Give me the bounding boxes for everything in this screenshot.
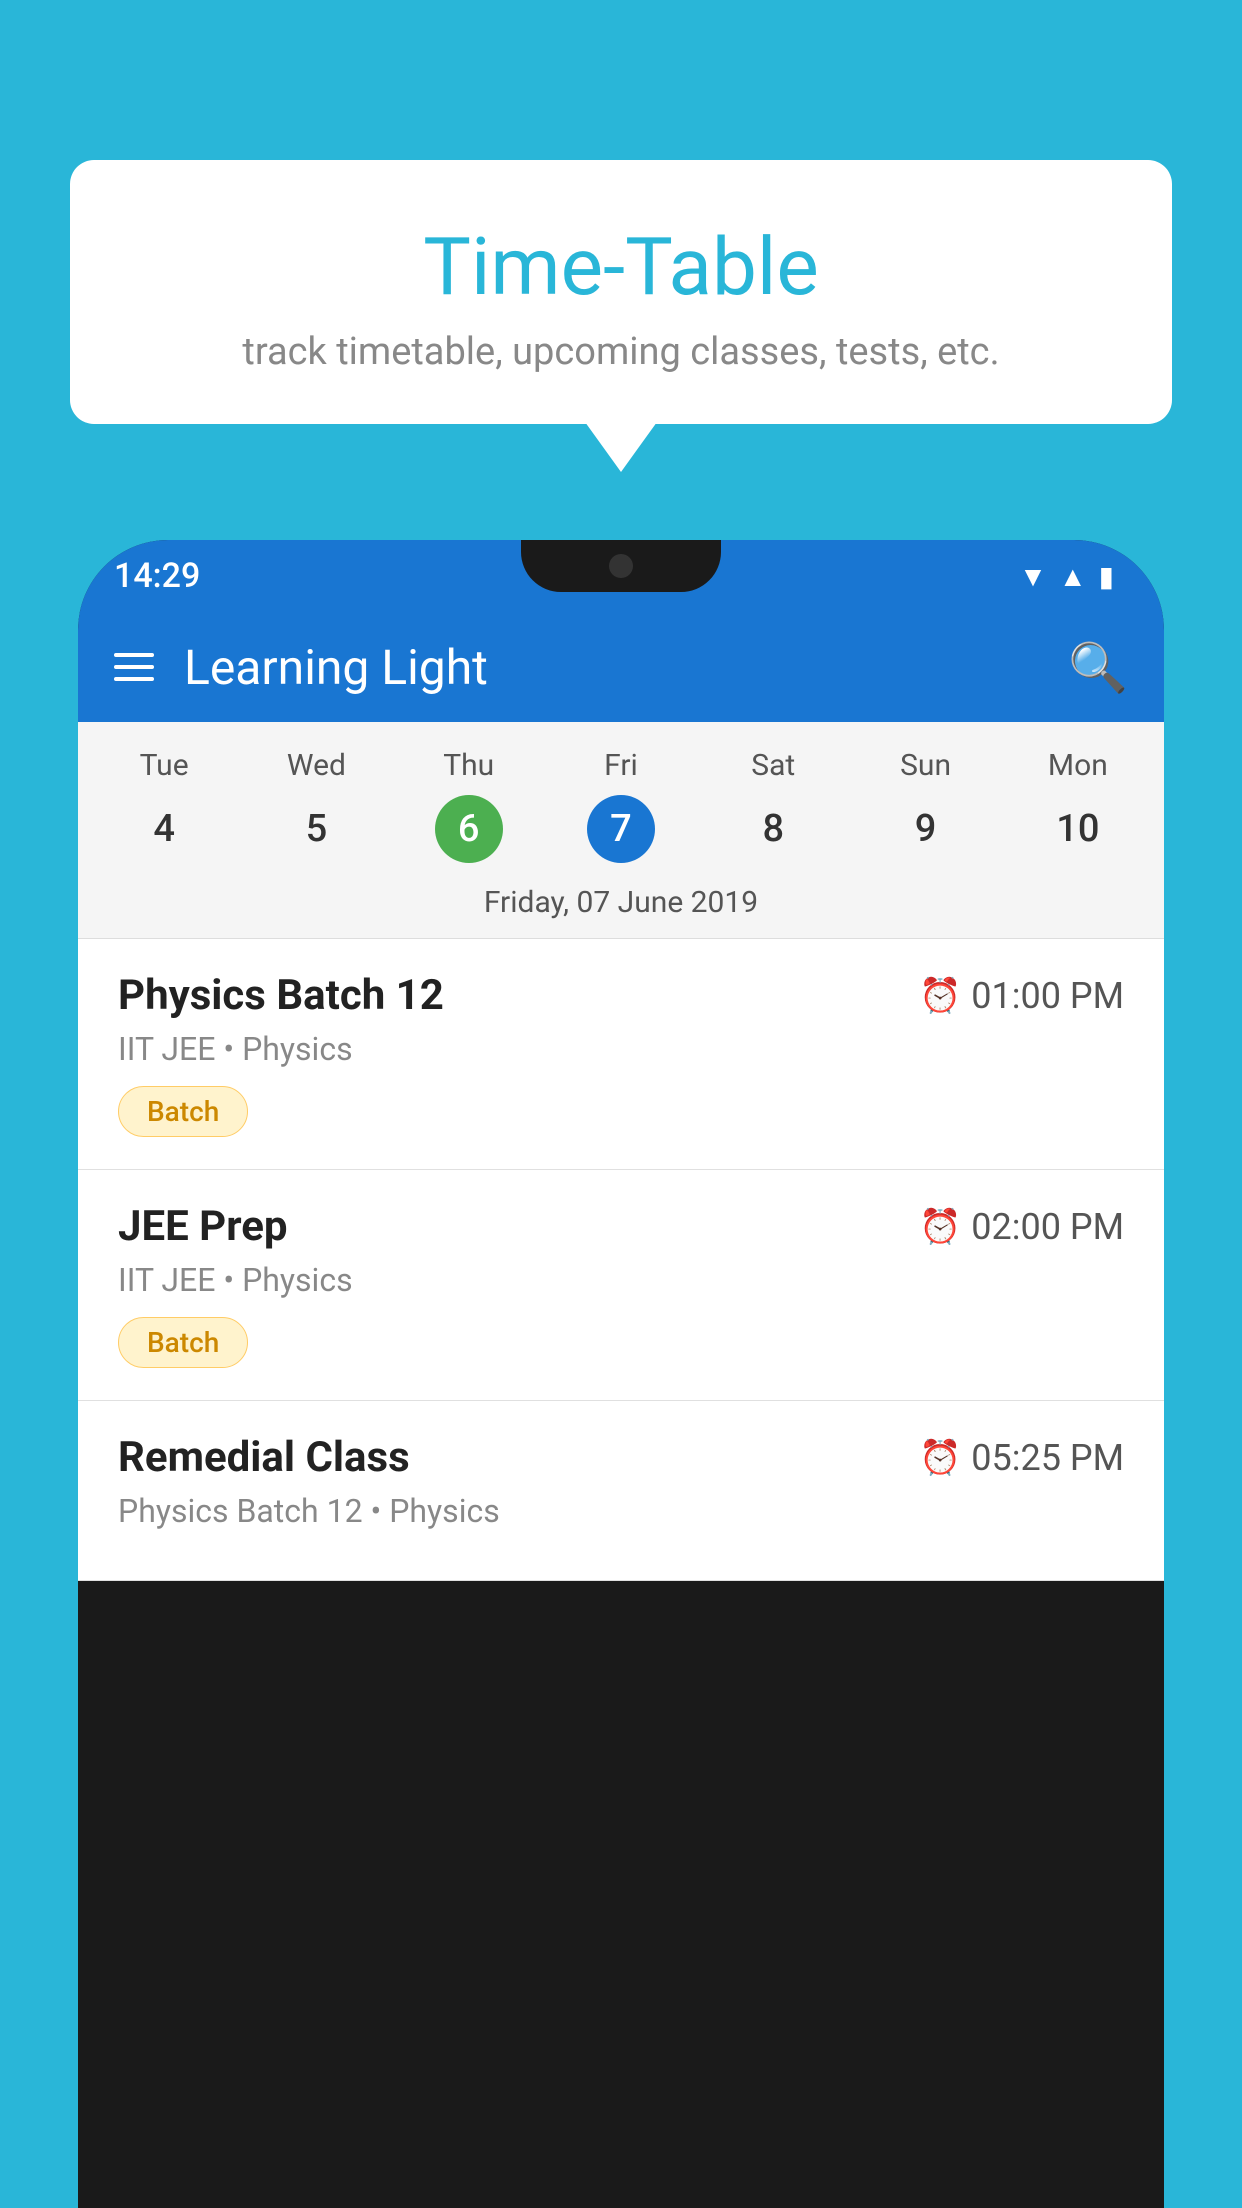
camera-dot [609,554,633,578]
calendar-days-header: Tue Wed Thu Fri Sat Sun Mon [78,722,1164,791]
schedule-title-2: JEE Prep [118,1202,288,1251]
schedule-time-value-3: 05:25 PM [971,1437,1124,1479]
battery-icon: ▮ [1099,560,1114,593]
schedule-item-header-1: Physics Batch 12 ⏰ 01:00 PM [118,971,1124,1020]
schedule-item-3[interactable]: Remedial Class ⏰ 05:25 PM Physics Batch … [78,1401,1164,1581]
batch-tag-2: Batch [118,1317,248,1368]
search-icon[interactable]: 🔍 [1068,639,1128,696]
phone-container: 14:29 ▼ ▲ ▮ Learning Light 🔍 Tue Wed Thu [78,540,1164,2208]
selected-date-label: Friday, 07 June 2019 [78,873,1164,939]
schedule-list: Physics Batch 12 ⏰ 01:00 PM IIT JEE • Ph… [78,939,1164,1581]
calendar-date-9[interactable]: 9 [849,795,1001,863]
phone-notch [521,540,721,592]
schedule-time-1: ⏰ 01:00 PM [919,975,1124,1017]
bubble-subtitle: track timetable, upcoming classes, tests… [110,330,1132,374]
calendar-dates: 4 5 6 7 8 9 10 [78,791,1164,873]
schedule-item-header-2: JEE Prep ⏰ 02:00 PM [118,1202,1124,1251]
clock-icon-3: ⏰ [919,1438,961,1478]
day-name-wed: Wed [240,740,392,791]
status-time: 14:29 [114,556,200,596]
schedule-item-header-3: Remedial Class ⏰ 05:25 PM [118,1433,1124,1482]
calendar-section: Tue Wed Thu Fri Sat Sun Mon 4 5 6 7 8 9 … [78,722,1164,939]
day-name-thu: Thu [393,740,545,791]
status-icons: ▼ ▲ ▮ [1019,560,1114,593]
day-name-sun: Sun [849,740,1001,791]
calendar-date-10[interactable]: 10 [1002,795,1154,863]
speech-bubble: Time-Table track timetable, upcoming cla… [70,160,1172,424]
schedule-item-1[interactable]: Physics Batch 12 ⏰ 01:00 PM IIT JEE • Ph… [78,939,1164,1170]
schedule-time-3: ⏰ 05:25 PM [919,1437,1124,1479]
calendar-date-7-selected[interactable]: 7 [587,795,655,863]
day-name-fri: Fri [545,740,697,791]
schedule-subtitle-3: Physics Batch 12 • Physics [118,1492,1124,1530]
schedule-subtitle-1: IIT JEE • Physics [118,1030,1124,1068]
calendar-date-5[interactable]: 5 [240,795,392,863]
calendar-date-8[interactable]: 8 [697,795,849,863]
phone-frame: 14:29 ▼ ▲ ▮ Learning Light 🔍 Tue Wed Thu [78,540,1164,2208]
schedule-time-2: ⏰ 02:00 PM [919,1206,1124,1248]
bubble-title: Time-Table [110,220,1132,314]
schedule-subtitle-2: IIT JEE • Physics [118,1261,1124,1299]
schedule-title-3: Remedial Class [118,1433,410,1482]
signal-icon: ▲ [1059,560,1087,593]
batch-tag-1: Batch [118,1086,248,1137]
day-name-mon: Mon [1002,740,1154,791]
calendar-date-4[interactable]: 4 [88,795,240,863]
app-title: Learning Light [184,639,1038,696]
calendar-date-6-today[interactable]: 6 [435,795,503,863]
speech-bubble-container: Time-Table track timetable, upcoming cla… [70,160,1172,424]
clock-icon-2: ⏰ [919,1207,961,1247]
app-bar: Learning Light 🔍 [78,612,1164,722]
schedule-item-2[interactable]: JEE Prep ⏰ 02:00 PM IIT JEE • Physics Ba… [78,1170,1164,1401]
day-name-sat: Sat [697,740,849,791]
schedule-time-value-2: 02:00 PM [971,1206,1124,1248]
schedule-title-1: Physics Batch 12 [118,971,444,1020]
schedule-time-value-1: 01:00 PM [971,975,1124,1017]
wifi-icon: ▼ [1019,560,1047,593]
hamburger-menu-icon[interactable] [114,653,154,681]
clock-icon-1: ⏰ [919,976,961,1016]
day-name-tue: Tue [88,740,240,791]
